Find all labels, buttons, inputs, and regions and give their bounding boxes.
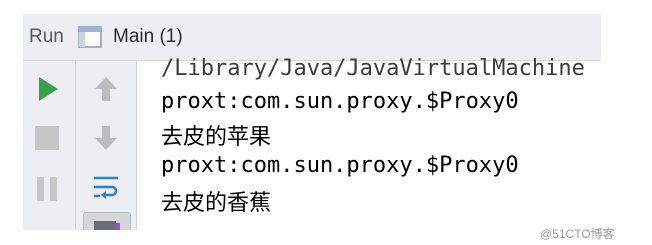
- down-arrow-icon[interactable]: [94, 125, 118, 151]
- main-tab-label[interactable]: Main (1): [113, 26, 183, 48]
- stop-icon[interactable]: [35, 126, 59, 150]
- run-tool-window: Run Main (1) /Library/Java/JavaVirtualMa…: [23, 14, 601, 230]
- console-line-apple: 去皮的苹果: [161, 125, 272, 150]
- run-header-bar: Run Main (1): [23, 14, 601, 61]
- toolbar-left: [23, 61, 76, 230]
- console-line-classpath: /Library/Java/JavaVirtualMachine: [161, 56, 585, 81]
- watermark: @51CTO博客: [540, 227, 615, 241]
- window-icon: [78, 26, 102, 48]
- console-line-proxy-2: proxt:com.sun.proxy.$Proxy0: [161, 153, 519, 178]
- pause-icon[interactable]: [35, 177, 59, 201]
- print-icon[interactable]: [83, 212, 131, 230]
- console-output: /Library/Java/JavaVirtualMachine proxt:c…: [137, 56, 601, 230]
- console-line-proxy-1: proxt:com.sun.proxy.$Proxy0: [161, 89, 519, 114]
- console-line-banana: 去皮的香蕉: [161, 191, 272, 216]
- run-icon[interactable]: [37, 76, 59, 102]
- up-arrow-icon[interactable]: [94, 76, 118, 102]
- toolbar-mid: [76, 61, 137, 230]
- run-label: Run: [29, 26, 64, 47]
- soft-wrap-icon[interactable]: [92, 174, 120, 200]
